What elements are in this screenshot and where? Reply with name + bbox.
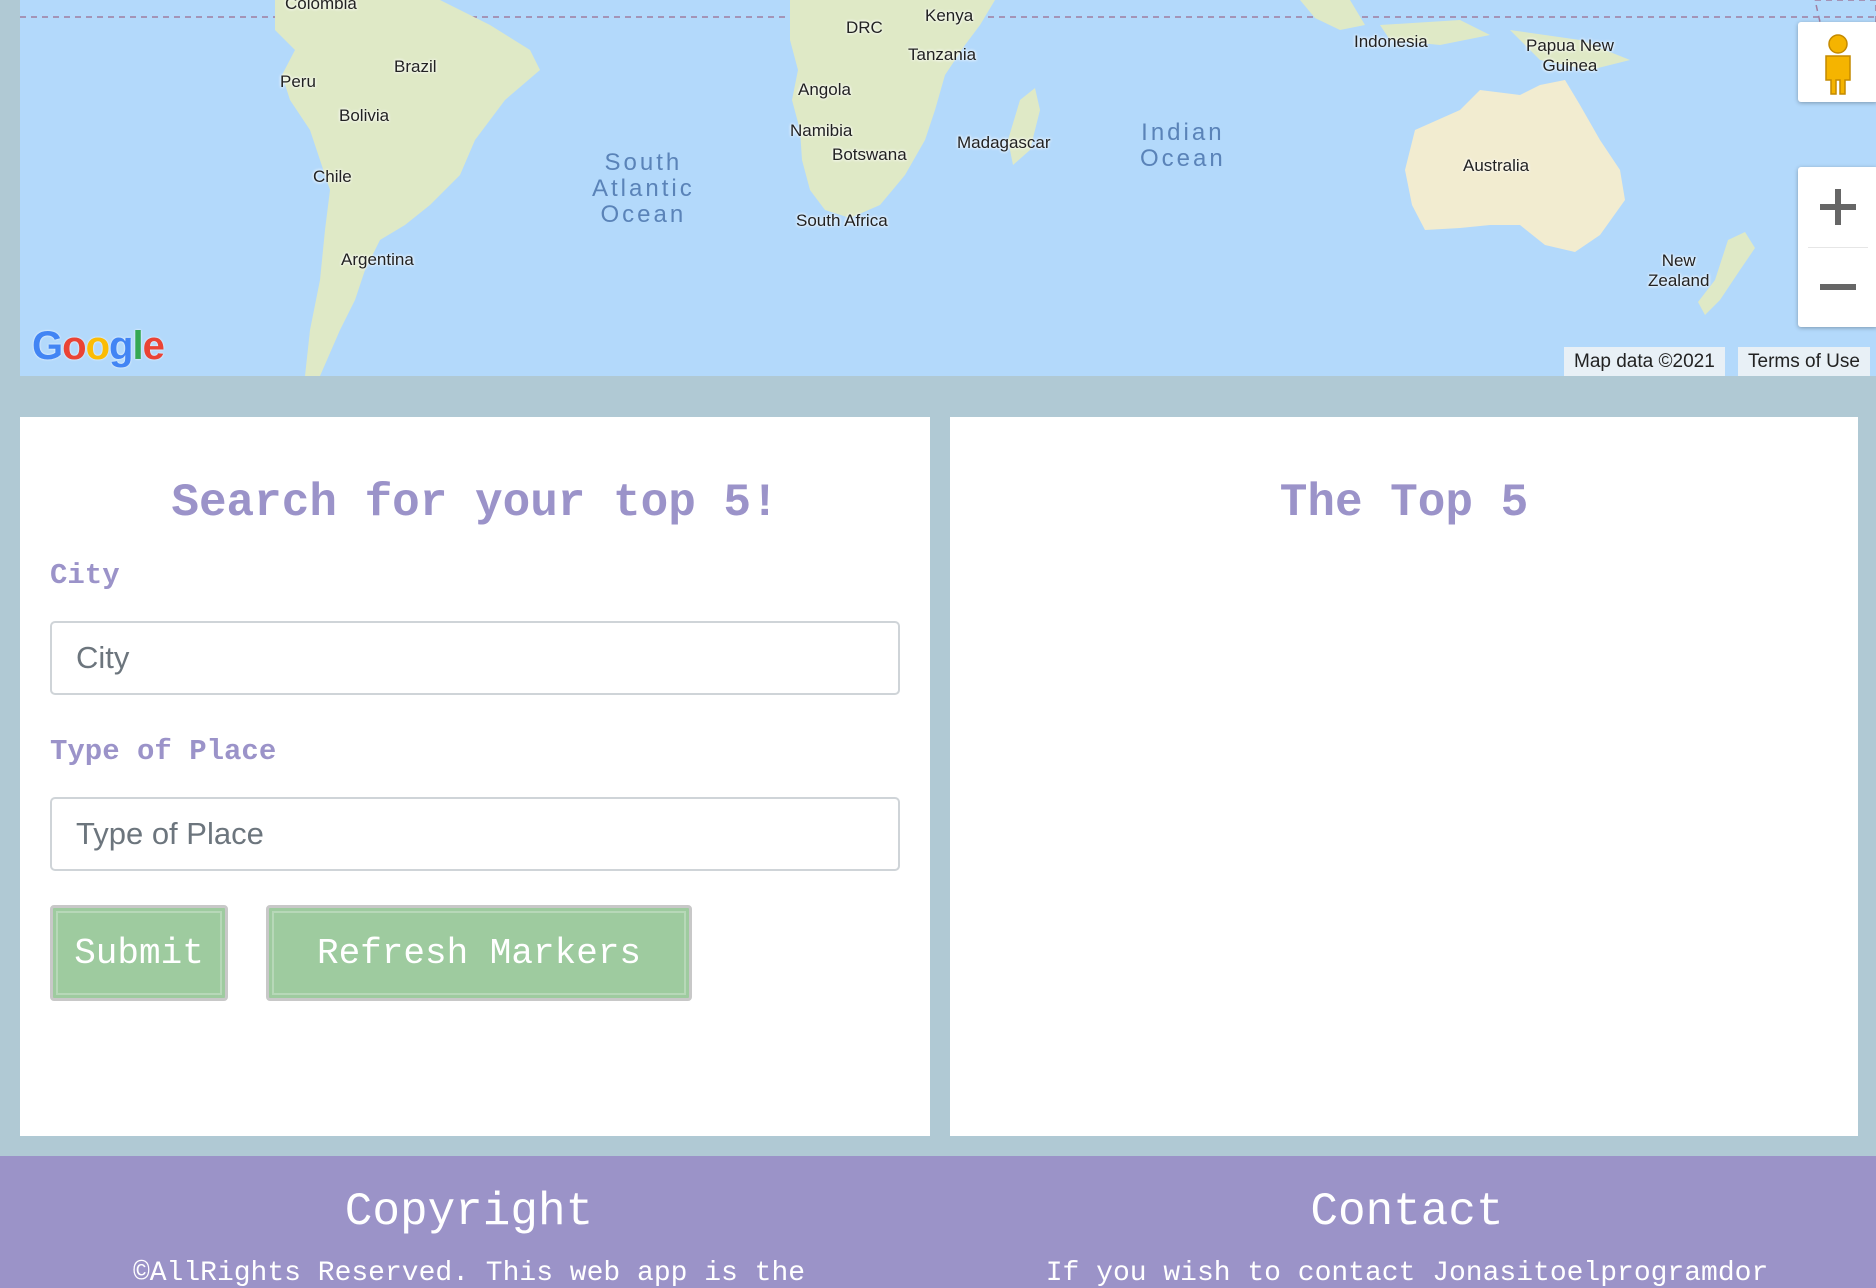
map-label-australia: Australia bbox=[1463, 156, 1530, 175]
map-label-kenya: Kenya bbox=[925, 6, 974, 25]
city-label: City bbox=[50, 559, 120, 592]
contact-text: If you wish to contact Jonasitoelprogram… bbox=[1045, 1258, 1769, 1288]
search-title: Search for your top 5! bbox=[171, 477, 779, 529]
zoom-control bbox=[1798, 167, 1876, 327]
minus-icon bbox=[1820, 284, 1856, 290]
top5-title: The Top 5 bbox=[1279, 477, 1529, 529]
street-view-pegman[interactable] bbox=[1798, 22, 1876, 102]
plus-icon bbox=[1820, 189, 1856, 225]
google-logo: Google bbox=[32, 324, 165, 368]
ocean-label-indian-ocean: Indian Ocean bbox=[1140, 119, 1226, 172]
copyright-section: Copyright ©AllRights Reserved. This web … bbox=[0, 1186, 938, 1288]
pegman-icon bbox=[1825, 34, 1851, 95]
contact-section: Contact If you wish to contact Jonasitoe… bbox=[938, 1186, 1876, 1288]
map-label-colombia: Colombia bbox=[285, 0, 357, 13]
footer: Copyright ©AllRights Reserved. This web … bbox=[0, 1156, 1876, 1288]
map-label-brazil: Brazil bbox=[394, 57, 437, 76]
map-label-tanzania: Tanzania bbox=[908, 45, 977, 64]
map-label-argentina: Argentina bbox=[341, 250, 414, 269]
contact-heading: Contact bbox=[1310, 1186, 1504, 1238]
map-label-papua-new-guinea: Papua New Guinea bbox=[1526, 36, 1614, 75]
map-label-madagascar: Madagascar bbox=[957, 133, 1051, 152]
map-label-new-zealand: New Zealand bbox=[1648, 251, 1710, 290]
map-label-drc: DRC bbox=[846, 18, 883, 37]
search-panel: Search for your top 5! City Type of Plac… bbox=[20, 417, 930, 1136]
map-label-south-africa: South Africa bbox=[796, 211, 888, 230]
submit-button[interactable]: Submit bbox=[50, 905, 228, 1001]
city-input[interactable] bbox=[50, 621, 900, 695]
zoom-out-button[interactable] bbox=[1798, 247, 1876, 327]
map-label-angola: Angola bbox=[798, 80, 851, 99]
map-label-botswana: Botswana bbox=[832, 145, 907, 164]
top5-panel: The Top 5 bbox=[950, 417, 1858, 1136]
map[interactable]: Colombia Brazil Peru Bolivia Chile Argentina D… bbox=[20, 0, 1876, 376]
map-data-attribution[interactable]: Map data ©2021 bbox=[1564, 347, 1725, 376]
zoom-in-button[interactable] bbox=[1798, 167, 1876, 247]
map-label-namibia: Namibia bbox=[790, 121, 853, 140]
map-label-chile: Chile bbox=[313, 167, 352, 186]
terms-of-use-link[interactable]: Terms of Use bbox=[1738, 347, 1870, 376]
refresh-markers-button[interactable]: Refresh Markers bbox=[266, 905, 692, 1001]
copyright-text: ©AllRights Reserved. This web app is the bbox=[132, 1258, 806, 1288]
type-of-place-label: Type of Place bbox=[50, 735, 277, 768]
copyright-heading: Copyright bbox=[344, 1186, 594, 1238]
type-of-place-input[interactable] bbox=[50, 797, 900, 871]
ocean-label-south-atlantic-ocean: South Atlantic Ocean bbox=[592, 149, 695, 228]
map-label-peru: Peru bbox=[280, 72, 316, 91]
map-label-indonesia: Indonesia bbox=[1354, 32, 1428, 51]
map-label-bolivia: Bolivia bbox=[339, 106, 390, 125]
